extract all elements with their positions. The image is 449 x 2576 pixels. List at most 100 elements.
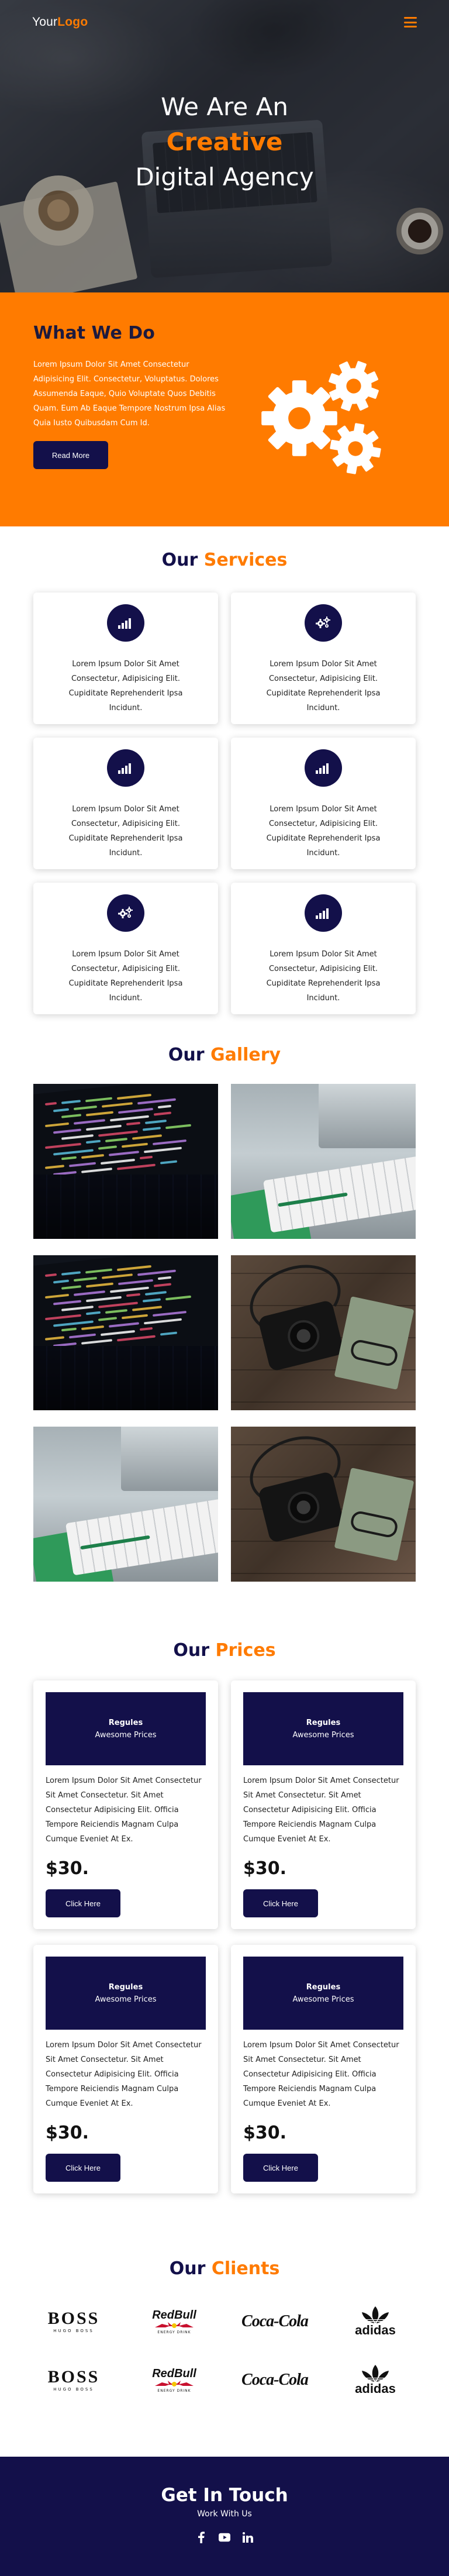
navbar: YourLogo [0, 0, 449, 44]
boss-logo[interactable]: BOSS HUGO BOSS [27, 2301, 120, 2342]
logo-prefix: Your [32, 15, 58, 29]
boss-wordmark: BOSS [47, 2367, 100, 2386]
service-card: Lorem Ipsum Dolor Sit Amet Consectetur, … [231, 883, 416, 1014]
price-card: Regules Awesome Prices Lorem Ipsum Dolor S… [231, 1680, 416, 1929]
bull-icon [155, 2322, 194, 2328]
plan-description: Lorem Ipsum Dolor Sit Amet Consectetur S… [46, 1776, 202, 1844]
coca-cola-logo[interactable]: Coca-Cola [228, 2301, 322, 2342]
plan-tagline: Awesome Prices [292, 1730, 354, 1740]
clients-title: Our Clients [0, 2258, 449, 2279]
keyboard-desk-photo[interactable] [33, 1427, 218, 1582]
services-title: Our Services [0, 550, 449, 570]
adidas-trefoil-icon [361, 2306, 390, 2323]
coca-cola-wordmark: Coca-Cola [241, 2371, 309, 2389]
signal-bars-icon [107, 749, 144, 787]
adidas-wordmark: adidas [355, 2381, 396, 2396]
service-card: Lorem Ipsum Dolor Sit Amet Consectetur, … [33, 593, 218, 724]
clients-row: BOSS HUGO BOSS RedBull ENERGY DRINK Coca-Col… [0, 2360, 449, 2401]
service-text: Lorem Ipsum Dolor Sit Amet Consectetur, … [266, 950, 381, 1003]
redbull-logo[interactable]: RedBull ENERGY DRINK [127, 2360, 221, 2401]
gears-icon [107, 894, 144, 932]
plan-tagline: Awesome Prices [95, 1995, 157, 2004]
click-here-button[interactable]: Click Here [46, 2154, 120, 2182]
plan-price: $30. [243, 2123, 287, 2143]
hamburger-line [404, 17, 417, 19]
hero-line-1: We Are An [161, 92, 288, 121]
hamburger-line [404, 21, 417, 23]
keyboard-desk-photo[interactable] [231, 1084, 416, 1239]
gears-icon [305, 604, 342, 642]
code-laptop-photo[interactable] [33, 1255, 218, 1410]
services-title-b: Services [203, 550, 288, 570]
plan-tagline: Awesome Prices [95, 1730, 157, 1740]
adidas-wordmark: adidas [355, 2323, 396, 2337]
service-text: Lorem Ipsum Dolor Sit Amet Consectetur, … [266, 805, 381, 857]
youtube-icon[interactable] [219, 2532, 230, 2543]
bull-icon [155, 2381, 194, 2386]
boss-subtitle: HUGO BOSS [53, 2387, 94, 2392]
facebook-icon[interactable] [195, 2532, 207, 2543]
prices-title-a: Our [173, 1640, 210, 1661]
prices-title-b: Prices [215, 1640, 276, 1661]
plan-price: $30. [243, 1858, 287, 1879]
redbull-subtitle: ENERGY DRINK [157, 2330, 191, 2334]
price-card-header: Regules Awesome Prices [243, 1957, 403, 2030]
hero-line-3: Digital Agency [135, 163, 314, 191]
price-card-header: Regules Awesome Prices [46, 1692, 206, 1765]
code-laptop-photo[interactable] [33, 1084, 218, 1239]
camera-notebook-photo[interactable] [231, 1427, 416, 1582]
linkedin-icon[interactable] [242, 2532, 254, 2543]
boss-subtitle: HUGO BOSS [53, 2329, 94, 2333]
click-here-button[interactable]: Click Here [46, 1889, 120, 1917]
what-we-do-section: What We Do Lorem Ipsum Dolor Sit Amet Co… [0, 292, 449, 526]
adidas-logo[interactable]: adidas [329, 2301, 422, 2342]
gallery-title-a: Our [168, 1045, 205, 1065]
footer: Get In Touch Work With Us [0, 2457, 449, 2576]
redbull-wordmark: RedBull [152, 2309, 196, 2322]
service-text: Lorem Ipsum Dolor Sit Amet Consectetur, … [266, 660, 381, 712]
hamburger-icon[interactable] [404, 17, 417, 27]
plan-name: Regules [108, 1982, 143, 1992]
click-here-button[interactable]: Click Here [243, 1889, 318, 1917]
adidas-logo[interactable]: adidas [329, 2360, 422, 2401]
plan-name: Regules [306, 1718, 341, 1727]
read-more-button[interactable]: Read More [33, 441, 108, 469]
camera-notebook-photo[interactable] [231, 1255, 416, 1410]
redbull-wordmark: RedBull [152, 2367, 196, 2380]
hero-line-2: Creative [166, 128, 283, 156]
price-card-header: Regules Awesome Prices [46, 1957, 206, 2030]
signal-bars-icon [305, 749, 342, 787]
price-card-header: Regules Awesome Prices [243, 1692, 403, 1765]
gallery-title-b: Gallery [210, 1045, 281, 1065]
price-card: Regules Awesome Prices Lorem Ipsum Dolor S… [33, 1680, 218, 1929]
plan-name: Regules [108, 1718, 143, 1727]
coca-cola-logo[interactable]: Coca-Cola [228, 2360, 322, 2401]
footer-subtitle: Work With Us [197, 2509, 252, 2519]
services-section: Our Services Lorem Ipsum Dolor Sit Amet … [0, 526, 449, 1041]
hero-heading: We Are An Creative Digital Agency [0, 89, 449, 195]
boss-wordmark: BOSS [47, 2309, 100, 2328]
clients-title-b: Clients [211, 2258, 280, 2279]
service-card: Lorem Ipsum Dolor Sit Amet Consectetur, … [33, 883, 218, 1014]
plan-description: Lorem Ipsum Dolor Sit Amet Consectetur S… [243, 2041, 399, 2108]
services-title-a: Our [161, 550, 198, 570]
service-card: Lorem Ipsum Dolor Sit Amet Consectetur, … [231, 593, 416, 724]
boss-logo[interactable]: BOSS HUGO BOSS [27, 2360, 120, 2401]
footer-title: Get In Touch [161, 2485, 288, 2506]
hamburger-line [404, 26, 417, 27]
plan-name: Regules [306, 1982, 341, 1992]
plan-tagline: Awesome Prices [292, 1995, 354, 2004]
gallery-section: Our Gallery [0, 1041, 449, 1638]
plan-description: Lorem Ipsum Dolor Sit Amet Consectetur S… [46, 2041, 202, 2108]
signal-bars-icon [305, 894, 342, 932]
adidas-trefoil-icon [361, 2365, 390, 2382]
service-card: Lorem Ipsum Dolor Sit Amet Consectetur, … [231, 738, 416, 869]
plan-price: $30. [46, 1858, 89, 1879]
prices-section: Our Prices Regules Awesome Prices Lorem Ip… [0, 1638, 449, 2255]
site-logo[interactable]: YourLogo [32, 15, 88, 29]
redbull-logo[interactable]: RedBull ENERGY DRINK [127, 2301, 221, 2342]
service-text: Lorem Ipsum Dolor Sit Amet Consectetur, … [68, 950, 183, 1003]
click-here-button[interactable]: Click Here [243, 2154, 318, 2182]
price-card: Regules Awesome Prices Lorem Ipsum Dolor S… [33, 1945, 218, 2193]
plan-price: $30. [46, 2123, 89, 2143]
